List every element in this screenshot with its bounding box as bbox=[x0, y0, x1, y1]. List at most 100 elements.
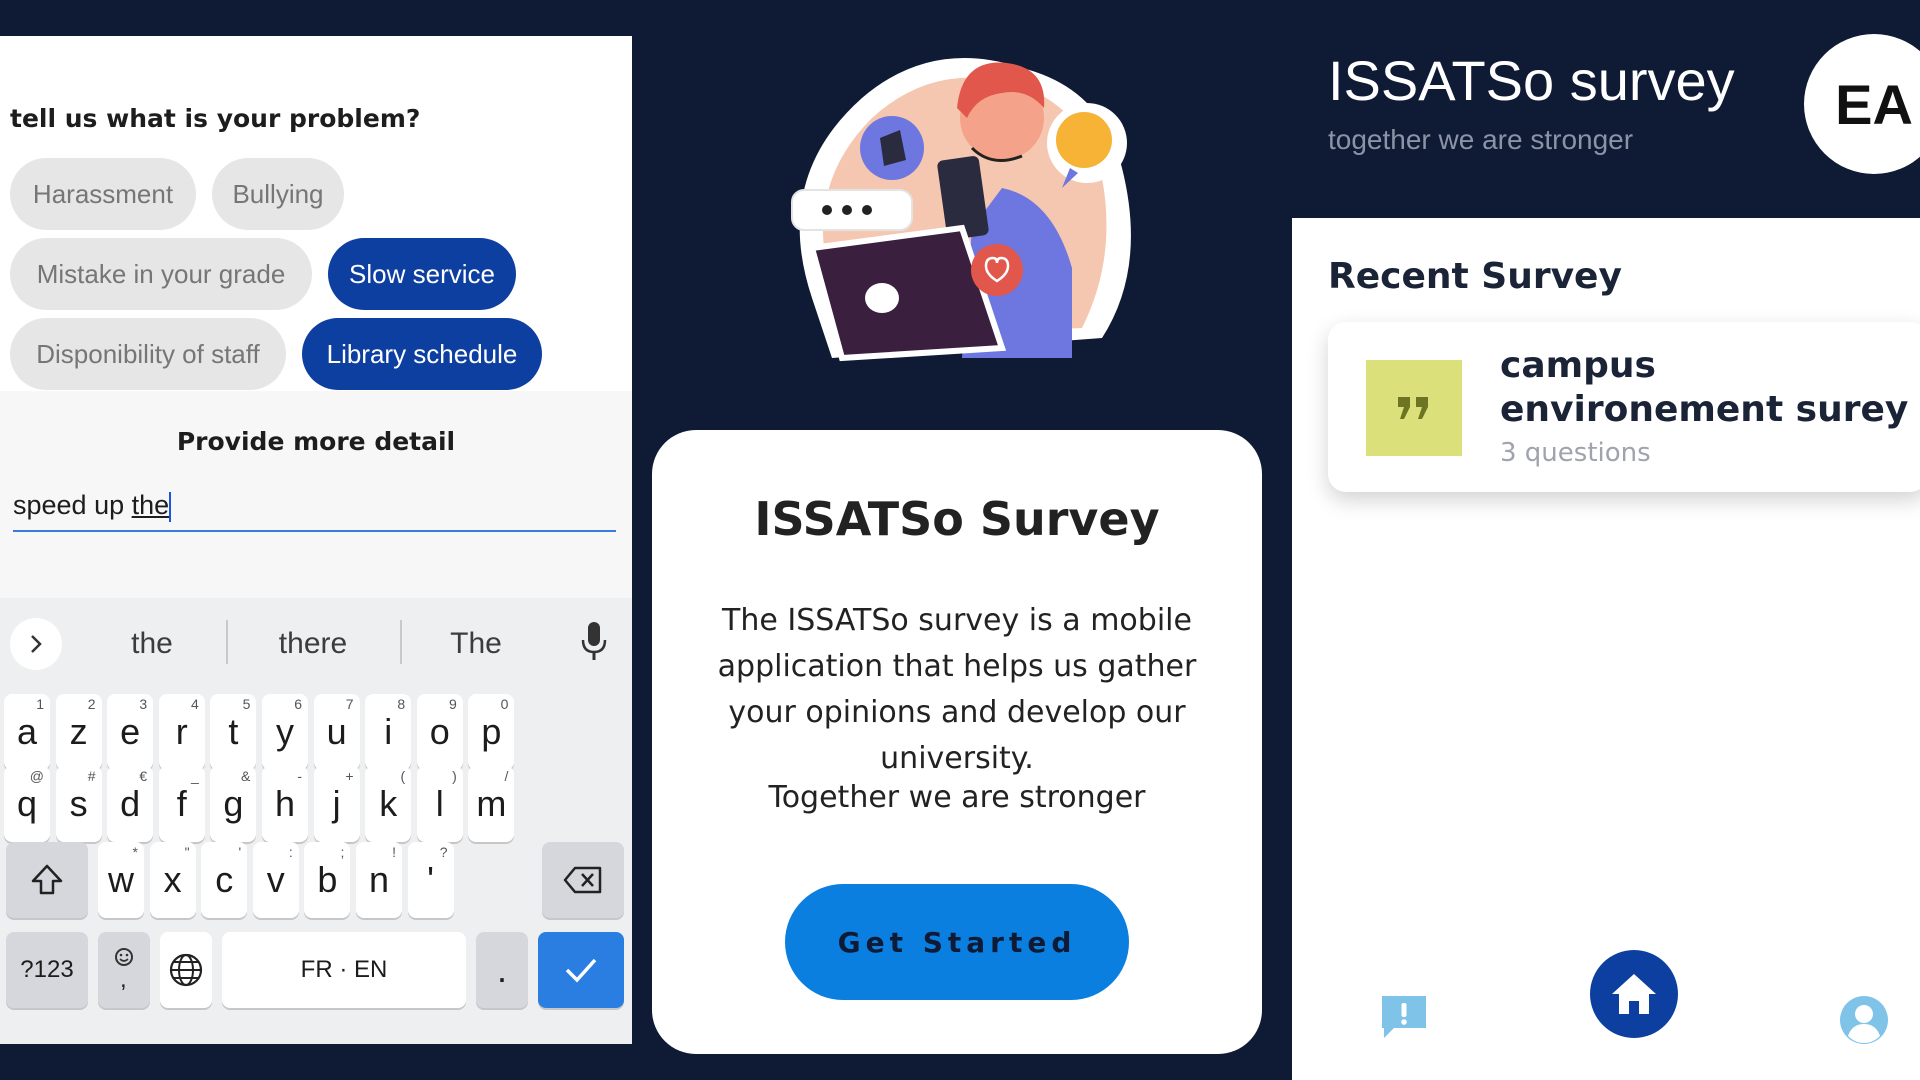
key-label: w bbox=[108, 859, 134, 900]
key-secondary-label: 1 bbox=[36, 696, 44, 712]
survey-question-count: 3 questions bbox=[1500, 438, 1651, 468]
detail-input-text: speed up bbox=[13, 490, 132, 520]
intro-card: ISSATSo Survey The ISSATSo survey is a m… bbox=[652, 430, 1262, 1054]
key-s[interactable]: s # bbox=[55, 766, 102, 842]
key-secondary-label: 6 bbox=[294, 696, 302, 712]
key-secondary-label: @ bbox=[29, 768, 44, 784]
emoji-key[interactable]: , bbox=[98, 932, 150, 1008]
key-label: c bbox=[215, 859, 234, 900]
key-w[interactable]: w * bbox=[98, 842, 144, 918]
key-o[interactable]: o9 bbox=[416, 694, 463, 770]
key-label: p bbox=[481, 711, 502, 752]
key-label: e bbox=[120, 711, 141, 752]
home-panel: ISSATSo survey together we are stronger … bbox=[1292, 0, 1920, 1080]
backspace-key[interactable] bbox=[542, 842, 624, 918]
globe-icon[interactable] bbox=[160, 932, 212, 1008]
shift-key[interactable] bbox=[6, 842, 88, 918]
chip-library-schedule[interactable]: Library schedule bbox=[302, 318, 542, 390]
welcome-panel: ISSATSo Survey The ISSATSo survey is a m… bbox=[632, 0, 1292, 1080]
key-e[interactable]: e3 bbox=[107, 694, 154, 770]
key-c[interactable]: c ' bbox=[201, 842, 248, 918]
key-secondary-label: 7 bbox=[345, 696, 354, 712]
key-z[interactable]: z2 bbox=[55, 694, 102, 770]
suggestion-divider bbox=[226, 620, 228, 664]
key-label: v bbox=[266, 859, 285, 900]
key-g[interactable]: g & bbox=[210, 766, 257, 842]
key-label: g bbox=[223, 783, 244, 824]
key-secondary-label: ' bbox=[238, 844, 242, 860]
chip-mistake-in-grade[interactable]: Mistake in your grade bbox=[10, 238, 312, 310]
key-secondary-label: 4 bbox=[191, 696, 199, 712]
key-label: y bbox=[276, 711, 294, 752]
get-started-button[interactable]: Get Started bbox=[785, 884, 1129, 1000]
chip-disponibility-of-staff[interactable]: Disponibility of staff bbox=[10, 318, 286, 390]
key-b[interactable]: b; bbox=[304, 842, 351, 918]
chip-slow-service[interactable]: Slow service bbox=[328, 238, 516, 310]
key-m[interactable]: m / bbox=[468, 766, 515, 842]
key-f[interactable]: f _ bbox=[158, 766, 205, 842]
key-secondary-label: ! bbox=[392, 844, 396, 860]
period-key[interactable]: . bbox=[476, 932, 528, 1008]
key-secondary-label: + bbox=[345, 768, 354, 784]
key-r[interactable]: r4 bbox=[158, 694, 205, 770]
key-p[interactable]: p0 bbox=[468, 694, 515, 770]
key-i[interactable]: i8 bbox=[365, 694, 412, 770]
key-secondary-label: ; bbox=[340, 844, 345, 860]
report-icon[interactable] bbox=[1378, 992, 1430, 1044]
key-d[interactable]: d € bbox=[107, 766, 154, 842]
key-secondary-label: 9 bbox=[449, 696, 457, 712]
home-nav-button[interactable] bbox=[1590, 950, 1678, 1038]
problem-form-panel: tell us what is your problem? Harassment… bbox=[0, 36, 632, 1044]
space-key[interactable]: FR · EN bbox=[222, 932, 466, 1008]
key-label: a bbox=[16, 711, 38, 752]
key-secondary-label: ( bbox=[400, 768, 406, 784]
section-title: Recent Survey bbox=[1328, 256, 1622, 297]
key-label: r bbox=[175, 711, 188, 752]
microphone-icon[interactable] bbox=[580, 620, 608, 664]
key-secondary-label: ? bbox=[439, 844, 448, 860]
key-k[interactable]: k( bbox=[365, 766, 412, 842]
numbers-key[interactable]: ?123 bbox=[6, 932, 88, 1008]
key-secondary-label: # bbox=[87, 768, 96, 784]
suggestion-2[interactable]: there bbox=[233, 618, 393, 670]
key-label: ' bbox=[427, 859, 435, 900]
key-j[interactable]: j + bbox=[313, 766, 360, 842]
key-h[interactable]: h- bbox=[262, 766, 308, 842]
key-secondary-label: - bbox=[297, 768, 302, 784]
key-label: t bbox=[228, 711, 239, 752]
avatar[interactable]: EA bbox=[1804, 34, 1920, 174]
quote-icon bbox=[1366, 360, 1462, 456]
text-caret bbox=[169, 491, 172, 522]
suggestion-3[interactable]: The bbox=[396, 618, 556, 670]
chip-harassment[interactable]: Harassment bbox=[10, 158, 196, 230]
key-u[interactable]: u7 bbox=[313, 694, 360, 770]
card-title: ISSATSo Survey bbox=[754, 492, 1160, 546]
chevron-right-icon[interactable] bbox=[10, 618, 62, 670]
key-y[interactable]: y6 bbox=[262, 694, 308, 770]
detail-input[interactable]: speed up the bbox=[13, 490, 616, 532]
key-label: h bbox=[274, 783, 296, 824]
key-label: l bbox=[435, 783, 444, 824]
suggestion-1[interactable]: the bbox=[72, 618, 232, 670]
survey-card[interactable]: campus environement surey 3 questions bbox=[1328, 322, 1920, 492]
key-v[interactable]: v: bbox=[252, 842, 299, 918]
key-label: k bbox=[379, 783, 398, 824]
key-label: n bbox=[368, 859, 390, 900]
profile-icon[interactable] bbox=[1838, 994, 1890, 1046]
key-label: b bbox=[317, 859, 338, 900]
key-l[interactable]: l) bbox=[416, 766, 463, 842]
key-n[interactable]: n! bbox=[356, 842, 402, 918]
key-secondary-label: 8 bbox=[397, 696, 406, 712]
key-secondary-label: € bbox=[139, 768, 148, 784]
svg-text:,: , bbox=[120, 966, 127, 993]
key-secondary-label: _ bbox=[191, 768, 199, 784]
key-t[interactable]: t5 bbox=[210, 694, 257, 770]
chip-bullying[interactable]: Bullying bbox=[212, 158, 344, 230]
key-x[interactable]: x " bbox=[149, 842, 196, 918]
key-apostrophe[interactable]: '? bbox=[407, 842, 454, 918]
key-label: o bbox=[429, 711, 450, 752]
key-a[interactable]: a1 bbox=[4, 694, 50, 770]
done-key[interactable] bbox=[538, 932, 624, 1008]
detail-title: Provide more detail bbox=[176, 427, 456, 456]
key-q[interactable]: q @ bbox=[4, 766, 50, 842]
